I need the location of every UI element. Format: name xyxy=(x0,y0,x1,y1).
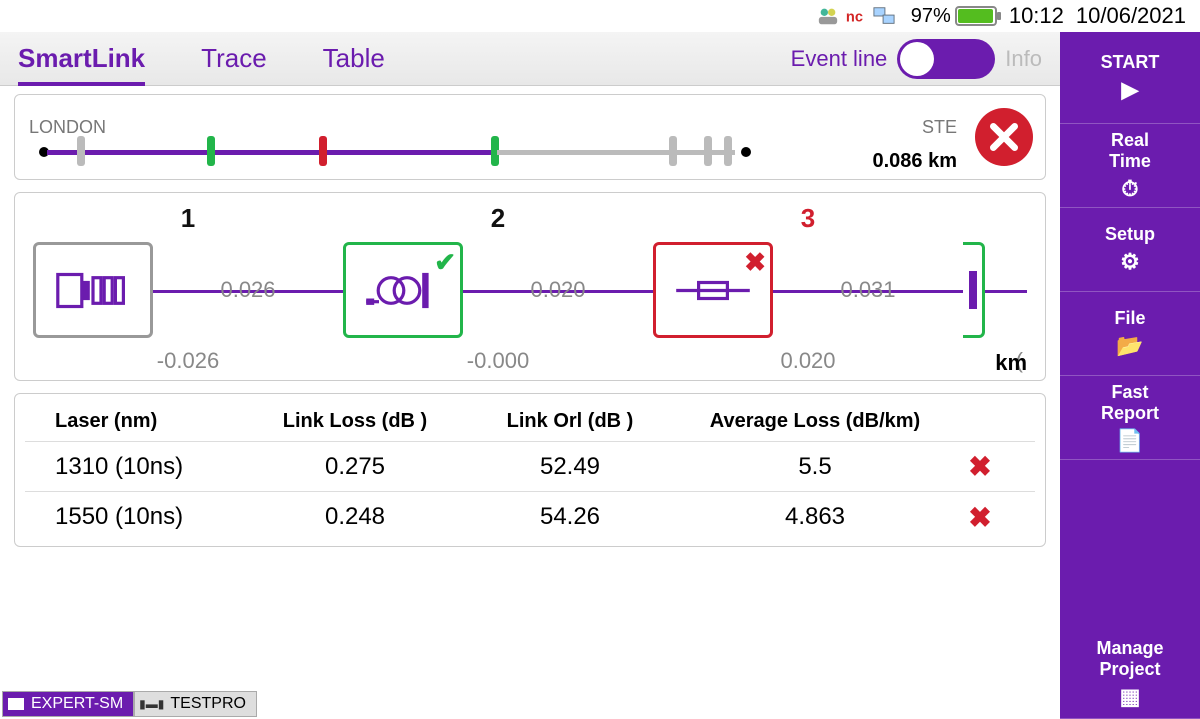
check-icon: ✔ xyxy=(434,247,456,278)
cell-avgloss: 4.863 xyxy=(675,503,955,531)
cell-linkloss: 0.275 xyxy=(245,453,465,481)
link-start-label: LONDON xyxy=(29,117,106,138)
network-icon xyxy=(873,5,895,27)
play-icon: ▶ xyxy=(1122,77,1139,103)
cell-linkorl: 52.49 xyxy=(465,453,675,481)
x-icon: ✖ xyxy=(744,247,766,278)
setup-button[interactable]: Setup ⚙ xyxy=(1060,208,1200,292)
view-tabs: SmartLink Trace Table Event line Info xyxy=(0,32,1060,86)
stopwatch-icon: ⏱ xyxy=(1121,176,1138,202)
bottom-tab-expert[interactable]: EXPERT-SM xyxy=(2,691,134,717)
report-icon: 📄 xyxy=(1116,428,1143,454)
event-number-1: 1 xyxy=(181,203,195,233)
cell-linkloss: 0.248 xyxy=(245,503,465,531)
event-value-1: -0.026 xyxy=(33,348,343,374)
tab-table[interactable]: Table xyxy=(323,43,385,74)
battery-icon xyxy=(955,6,997,26)
cell-laser: 1310 (10ns) xyxy=(25,453,245,481)
col-avgloss: Average Loss (dB/km) xyxy=(675,410,955,433)
start-button[interactable]: START ▶ xyxy=(1060,32,1200,124)
realtime-button[interactable]: Real Time ⏱ xyxy=(1060,124,1200,208)
trace-thumb-icon xyxy=(7,697,25,711)
row-fail-icon: ✖ xyxy=(955,450,1005,483)
realtime-label: Real Time xyxy=(1109,130,1151,172)
manage-project-button[interactable]: Manage Project ▦ xyxy=(1060,629,1200,719)
splitter-icon xyxy=(363,263,443,318)
event-box-3[interactable]: ✖ xyxy=(653,242,773,338)
tab-smartlink[interactable]: SmartLink xyxy=(18,43,145,74)
users-icon xyxy=(817,5,839,27)
event-number-2: 2 xyxy=(491,203,505,233)
span-value-3: 0.031 xyxy=(773,277,963,303)
event-line-toggle[interactable] xyxy=(897,39,995,79)
link-length: 0.086 km xyxy=(872,150,957,173)
results-table: Laser (nm) Link Loss (dB ) Link Orl (dB … xyxy=(14,393,1046,547)
events-panel: 1 2 3 0.026 ✔ xyxy=(14,192,1046,381)
info-label[interactable]: Info xyxy=(1005,46,1042,72)
event-number-3: 3 xyxy=(801,203,815,233)
table-row[interactable]: 1310 (10ns) 0.275 52.49 5.5 ✖ xyxy=(25,442,1035,492)
event-value-2: -0.000 xyxy=(343,348,653,374)
connector-icon xyxy=(53,263,133,318)
col-linkorl: Link Orl (dB ) xyxy=(465,410,675,433)
bottom-tab-testpro-label: TESTPRO xyxy=(170,695,246,713)
gear-icon: ⚙ xyxy=(1120,249,1140,275)
span-value-1: 0.026 xyxy=(153,277,343,303)
events-unit: km xyxy=(995,350,1027,376)
bottom-tab-testpro[interactable]: ▮▬▮ TESTPRO xyxy=(134,691,257,717)
start-label: START xyxy=(1101,52,1160,73)
tab-trace[interactable]: Trace xyxy=(201,43,267,74)
row-fail-icon: ✖ xyxy=(955,501,1005,534)
table-header: Laser (nm) Link Loss (dB ) Link Orl (dB … xyxy=(25,402,1035,442)
cell-linkorl: 54.26 xyxy=(465,503,675,531)
connector-edge-icon xyxy=(967,265,979,315)
sidebar: START ▶ Real Time ⏱ Setup ⚙ File 📂 Fast … xyxy=(1060,32,1200,719)
event-box-2[interactable]: ✔ xyxy=(343,242,463,338)
link-end-label: STE xyxy=(922,117,957,138)
app-logo-icon: nc xyxy=(845,5,867,27)
manage-project-label: Manage Project xyxy=(1096,638,1163,680)
table-row[interactable]: 1550 (10ns) 0.248 54.26 4.863 ✖ xyxy=(25,492,1035,542)
clock: 10:12 xyxy=(1009,3,1064,29)
bottom-tab-expert-label: EXPERT-SM xyxy=(31,695,123,713)
grid-icon: ▦ xyxy=(1120,684,1141,710)
setup-label: Setup xyxy=(1105,224,1155,245)
fast-report-button[interactable]: Fast Report 📄 xyxy=(1060,376,1200,460)
col-linkloss: Link Loss (dB ) xyxy=(245,410,465,433)
event-box-1[interactable] xyxy=(33,242,153,338)
close-icon xyxy=(988,121,1020,153)
cell-avgloss: 5.5 xyxy=(675,453,955,481)
bottom-tabs: EXPERT-SM ▮▬▮ TESTPRO xyxy=(2,691,257,717)
system-tray: nc xyxy=(817,5,895,27)
event-box-next[interactable] xyxy=(963,242,985,338)
module-icon: ▮▬▮ xyxy=(139,697,164,711)
col-laser: Laser (nm) xyxy=(25,410,245,433)
span-value-2: 0.020 xyxy=(463,277,653,303)
battery-percent: 97% xyxy=(911,5,951,28)
event-line-label: Event line xyxy=(791,46,888,72)
date: 10/06/2021 xyxy=(1076,3,1192,29)
link-fail-button[interactable] xyxy=(975,108,1033,166)
file-button[interactable]: File 📂 xyxy=(1060,292,1200,376)
fast-report-label: Fast Report xyxy=(1101,382,1159,424)
svg-text:nc: nc xyxy=(846,10,863,26)
link-track[interactable] xyxy=(29,140,957,158)
event-value-3: 0.020 xyxy=(653,348,963,374)
status-bar: nc 97% 10:12 10/06/2021 xyxy=(0,0,1200,32)
link-overview: LONDON STE 0.086 km xyxy=(14,94,1046,180)
file-label: File xyxy=(1114,308,1145,329)
splice-icon xyxy=(673,263,753,318)
folder-icon: 📂 xyxy=(1116,333,1143,359)
cell-laser: 1550 (10ns) xyxy=(25,503,245,531)
